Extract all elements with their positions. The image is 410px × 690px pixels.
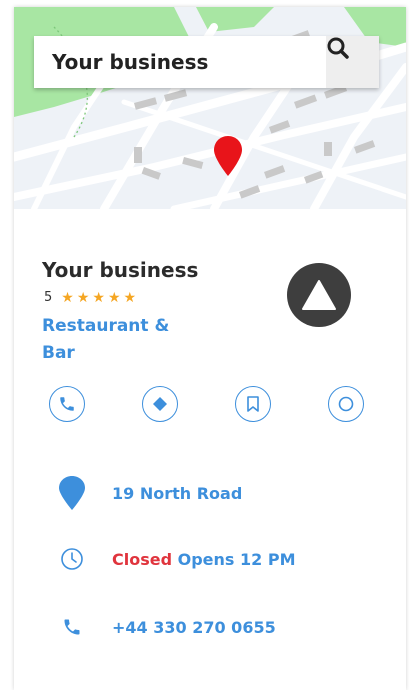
star-rating: ★ ★ ★ ★ ★: [61, 291, 136, 305]
business-card: Your business Your business 5 ★ ★ ★ ★ ★ …: [14, 7, 406, 690]
star-icon: ★: [92, 289, 105, 306]
search-bar[interactable]: Your business: [34, 36, 379, 88]
directions-button[interactable]: [142, 386, 178, 422]
navigate-button[interactable]: [287, 263, 351, 327]
call-button[interactable]: [49, 386, 85, 422]
hours-row[interactable]: Closed Opens 12 PM: [54, 547, 296, 571]
hours-status: Closed: [112, 549, 173, 569]
action-bar: [49, 386, 371, 426]
hours-next-open: Opens 12 PM: [177, 549, 296, 569]
business-category: Restaurant & Bar: [42, 316, 170, 363]
star-icon: ★: [107, 289, 121, 306]
business-name: Your business: [42, 258, 199, 282]
map[interactable]: Your business: [14, 7, 406, 209]
location-pin-icon: [54, 475, 90, 511]
star-icon: ★: [123, 289, 137, 306]
address-row[interactable]: 19 North Road: [54, 475, 242, 511]
search-input[interactable]: Your business: [52, 50, 208, 74]
phone-row[interactable]: +44 330 270 0655: [54, 617, 276, 637]
search-button[interactable]: [326, 36, 379, 88]
map-pin-icon[interactable]: [212, 135, 244, 177]
phone-number[interactable]: +44 330 270 0655: [112, 618, 276, 637]
save-button[interactable]: [235, 386, 271, 422]
phone-icon: [54, 617, 90, 637]
more-button[interactable]: [328, 386, 364, 422]
star-icon: ★: [61, 289, 74, 306]
star-icon: ★: [76, 289, 90, 306]
hours-text: Closed Opens 12 PM: [112, 550, 296, 569]
bookmark-icon: [247, 396, 259, 412]
circle-icon: [338, 396, 354, 412]
rating-value: 5: [44, 290, 53, 305]
phone-icon: [60, 397, 74, 411]
triangle-up-icon: [302, 280, 336, 310]
directions-icon: [153, 397, 167, 411]
search-icon: [327, 37, 349, 59]
rating-row: 5 ★ ★ ★ ★ ★: [44, 290, 136, 305]
clock-icon: [54, 547, 90, 571]
address-text: 19 North Road: [112, 483, 243, 503]
